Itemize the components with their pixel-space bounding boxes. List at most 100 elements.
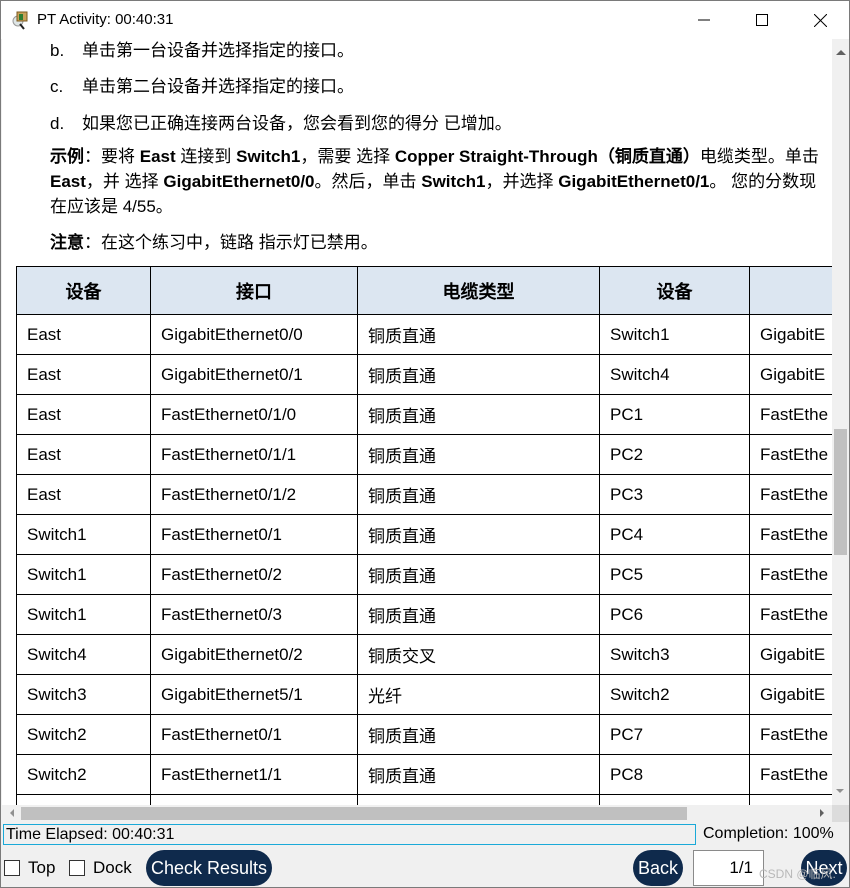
top-checkbox[interactable]: Top bbox=[4, 858, 55, 878]
table-row bbox=[16, 794, 832, 805]
column-header: 接口 bbox=[150, 266, 358, 315]
table-cell: 铜质直通 bbox=[357, 434, 600, 475]
step-letter: b. bbox=[50, 41, 65, 60]
table-cell: PC5 bbox=[599, 554, 750, 595]
example-text: 连接到 bbox=[175, 147, 237, 166]
column-header: 设备 bbox=[16, 266, 151, 315]
table-cell: FastEthernet0/1/2 bbox=[150, 474, 358, 515]
top-checkbox-label: Top bbox=[28, 858, 56, 877]
table-cell: GigabitEthernet0/1 bbox=[150, 354, 358, 395]
table-row: Switch1 FastEthernet0/3 铜质直通 PC6 FastEthe bbox=[16, 594, 832, 635]
window-title: PT Activity: 00:40:31 bbox=[37, 11, 174, 28]
example-bold: GigabitEthernet0/0 bbox=[163, 172, 315, 191]
table-cell: FastEthernet0/1 bbox=[150, 714, 358, 755]
table-cell: Switch3 bbox=[599, 634, 750, 675]
table-cell: East bbox=[16, 434, 151, 475]
table-cell: 铜质直通 bbox=[357, 554, 600, 595]
pt-activity-window: PT Activity: 00:40:31 b. 单击第一台设备并选择指定的接口。… bbox=[0, 0, 850, 888]
note-paragraph: 注意：在这个练习中，链路 指示灯已禁用。 bbox=[50, 230, 820, 255]
table-cell bbox=[16, 794, 151, 805]
dock-checkbox-label: Dock bbox=[93, 858, 132, 877]
table-cell: Switch1 bbox=[16, 514, 151, 555]
vertical-scrollbar[interactable] bbox=[832, 39, 849, 805]
maximize-button[interactable] bbox=[733, 1, 791, 39]
table-row: East GigabitEthernet0/0 铜质直通 Switch1 Gigabit… bbox=[16, 314, 832, 355]
table-row: Switch2 FastEthernet1/1 铜质直通 PC8 FastEthe bbox=[16, 754, 832, 795]
table-cell: GigabitEthernet0/0 bbox=[150, 314, 358, 355]
check-results-button[interactable]: Check Results bbox=[146, 850, 272, 886]
table-cell: FastEthe bbox=[749, 594, 832, 635]
scroll-left-arrow-icon[interactable] bbox=[10, 809, 14, 817]
example-paragraph: 示例：要将 East 连接到 Switch1，需要 选择 Copper Stra… bbox=[50, 144, 820, 219]
table-cell: FastEthernet0/2 bbox=[150, 554, 358, 595]
table-row: Switch3 GigabitEthernet5/1 光纤 Switch2 Gigabi… bbox=[16, 674, 832, 715]
minimize-button[interactable] bbox=[675, 1, 733, 39]
table-cell: East bbox=[16, 394, 151, 435]
column-header: 设备 bbox=[599, 266, 750, 315]
table-cell: Switch2 bbox=[599, 674, 750, 715]
table-cell: Switch2 bbox=[16, 754, 151, 795]
table-row: Switch1 FastEthernet0/1 铜质直通 PC4 FastEthe bbox=[16, 514, 832, 555]
table-cell: Switch1 bbox=[599, 314, 750, 355]
table-cell: East bbox=[16, 314, 151, 355]
example-label: 示例 bbox=[50, 147, 84, 166]
step-c: c. 单击第二台设备并选择指定的接口。 bbox=[50, 72, 354, 97]
table-row: Switch4 GigabitEthernet0/2 铜质交叉 Switch3 Giga… bbox=[16, 634, 832, 675]
example-bold: GigabitEthernet0/1 bbox=[558, 172, 710, 191]
completion-status: Completion: 100% bbox=[703, 825, 834, 842]
table-cell: FastEthe bbox=[749, 754, 832, 795]
page-indicator: 1/1 bbox=[693, 850, 764, 886]
table-cell: FastEthernet0/1 bbox=[150, 514, 358, 555]
table-cell: FastEthe bbox=[749, 474, 832, 515]
dock-checkbox[interactable]: Dock bbox=[69, 858, 132, 878]
dock-checkbox-box[interactable] bbox=[69, 860, 85, 876]
table-cell: Switch1 bbox=[16, 554, 151, 595]
table-row: East FastEthernet0/1/1 铜质直通 PC2 FastEthe bbox=[16, 434, 832, 475]
close-button[interactable] bbox=[791, 1, 849, 39]
table-cell: PC8 bbox=[599, 754, 750, 795]
table-cell: PC4 bbox=[599, 514, 750, 555]
close-icon bbox=[813, 13, 827, 27]
scroll-right-arrow-icon[interactable] bbox=[820, 809, 824, 817]
table-cell: 铜质直通 bbox=[357, 474, 600, 515]
column-header bbox=[749, 266, 832, 315]
scrollbar-corner bbox=[832, 805, 849, 822]
table-cell: PC1 bbox=[599, 394, 750, 435]
step-text: 单击第二台设备并选择指定的接口。 bbox=[82, 77, 354, 96]
horizontal-scroll-thumb[interactable] bbox=[21, 807, 687, 820]
scroll-up-arrow-icon[interactable] bbox=[836, 50, 846, 55]
step-b: b. 单击第一台设备并选择指定的接口。 bbox=[50, 39, 354, 61]
table-cell: 铜质直通 bbox=[357, 714, 600, 755]
table-header-row: 设备 接口 电缆类型 设备 bbox=[16, 266, 832, 315]
table-cell bbox=[357, 794, 600, 805]
table-cell: PC2 bbox=[599, 434, 750, 475]
table-cell: FastEthernet1/1 bbox=[150, 754, 358, 795]
table-row: East GigabitEthernet0/1 铜质直通 Switch4 Gigabit… bbox=[16, 354, 832, 395]
table-cell: FastEthe bbox=[749, 554, 832, 595]
packet-tracer-activity-icon bbox=[12, 11, 28, 30]
table-cell: GigabitE bbox=[749, 354, 832, 395]
scroll-down-arrow-icon[interactable] bbox=[836, 789, 844, 793]
instructions-content: b. 单击第一台设备并选择指定的接口。 c. 单击第二台设备并选择指定的接口。 d.… bbox=[2, 39, 832, 805]
watermark: CSDN @临风. bbox=[759, 867, 836, 881]
title-bar: PT Activity: 00:40:31 bbox=[1, 1, 849, 39]
table-cell: Switch2 bbox=[16, 714, 151, 755]
column-header: 电缆类型 bbox=[357, 266, 600, 315]
table-cell: FastEthernet0/3 bbox=[150, 594, 358, 635]
vertical-scroll-thumb[interactable] bbox=[834, 429, 847, 555]
table-cell: GigabitEthernet0/2 bbox=[150, 634, 358, 675]
top-checkbox-box[interactable] bbox=[4, 860, 20, 876]
table-cell: 铜质直通 bbox=[357, 354, 600, 395]
table-cell: Switch4 bbox=[16, 634, 151, 675]
minimize-icon bbox=[698, 19, 710, 21]
table-cell: Switch3 bbox=[16, 674, 151, 715]
table-cell: 铜质直通 bbox=[357, 754, 600, 795]
table-cell: FastEthe bbox=[749, 514, 832, 555]
table-cell: GigabitE bbox=[749, 634, 832, 675]
table-cell: East bbox=[16, 354, 151, 395]
table-row: Switch1 FastEthernet0/2 铜质直通 PC5 FastEthe bbox=[16, 554, 832, 595]
horizontal-scrollbar[interactable] bbox=[2, 805, 832, 822]
example-text: ，并选择 bbox=[485, 172, 559, 191]
back-button[interactable]: Back bbox=[633, 850, 683, 886]
table-cell: GigabitE bbox=[749, 314, 832, 355]
